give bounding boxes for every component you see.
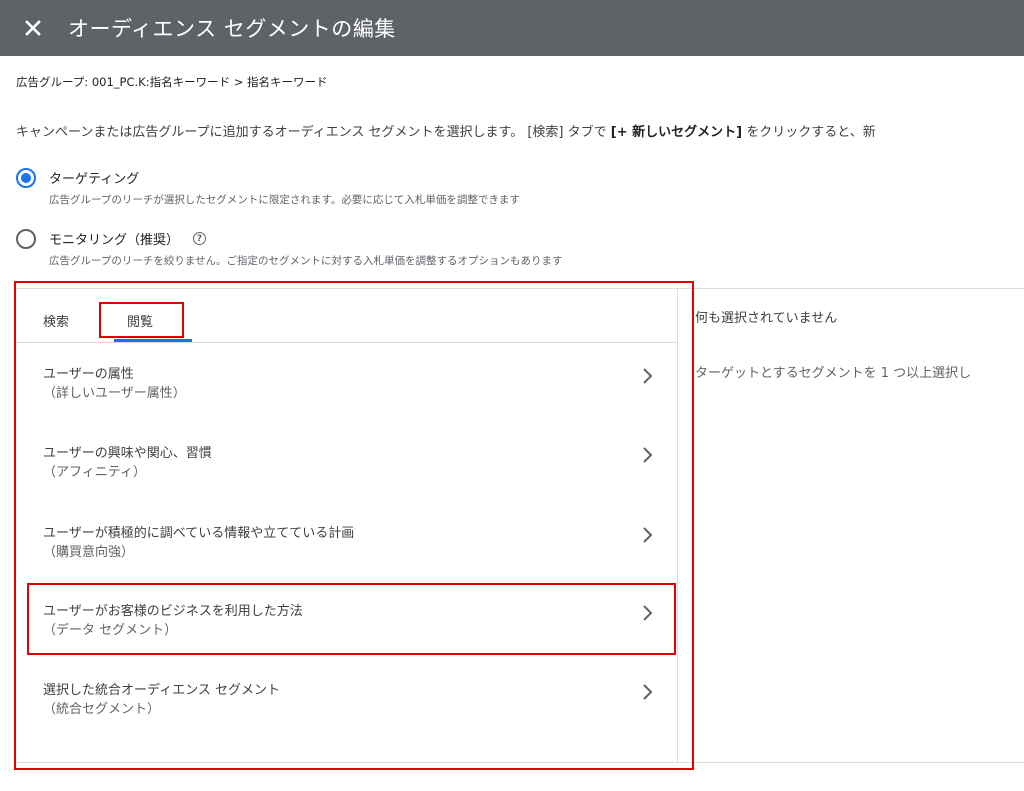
category-title: ユーザーがお客様のビジネスを利用した方法 (43, 604, 303, 619)
chevron-right-icon (643, 684, 653, 700)
category-title: 選択した統合オーディエンス セグメント (43, 683, 280, 698)
targeting-radio[interactable] (16, 168, 36, 188)
targeting-description: 広告グループのリーチが選択したセグメントに限定されます。必要に応じて入札単価を調… (49, 194, 520, 206)
category-subtitle: （詳しいユーザー属性） (43, 386, 186, 401)
category-subtitle: （データ セグメント） (43, 623, 178, 638)
tab-bar: 検索 閲覧 (16, 289, 677, 343)
category-in-market[interactable]: ユーザーが積極的に調べている情報や立てている計画 （購買意向強） (16, 522, 677, 600)
option-monitoring[interactable]: モニタリング（推奨） ? 広告グループのリーチを絞りません。ご指定のセグメントに… (16, 229, 563, 268)
description-part2: をクリックすると、新 (742, 125, 876, 140)
chevron-right-icon (643, 605, 653, 621)
targeting-label: ターゲティング (49, 172, 140, 187)
option-targeting[interactable]: ターゲティング 広告グループのリーチが選択したセグメントに限定されます。必要に応… (16, 168, 520, 207)
category-subtitle: （統合セグメント） (43, 702, 161, 717)
monitoring-label: モニタリング（推奨） (49, 233, 180, 248)
category-demographics[interactable]: ユーザーの属性 （詳しいユーザー属性） (16, 363, 677, 441)
chevron-right-icon (643, 527, 653, 543)
browse-panel: 検索 閲覧 ユーザーの属性 （詳しいユーザー属性） ユーザーの興味や関心、習慣 … (15, 288, 678, 763)
tab-search[interactable]: 検索 (43, 311, 69, 330)
chevron-right-icon (643, 368, 653, 384)
monitoring-label-row: モニタリング（推奨） ? (49, 229, 563, 248)
selection-status: 何も選択されていません (695, 311, 838, 326)
close-icon (25, 20, 41, 36)
description-part1: キャンペーンまたは広告グループに追加するオーディエンス セグメントを選択します。… (16, 125, 611, 140)
tab-browse[interactable]: 閲覧 (127, 311, 153, 330)
dialog-title: オーディエンス セグメントの編集 (68, 17, 396, 41)
selection-hint: ターゲットとするセグメントを 1 つ以上選択し (695, 366, 972, 381)
category-title: ユーザーの属性 (43, 367, 134, 382)
active-tab-indicator (114, 339, 192, 342)
category-combined-segments[interactable]: 選択した統合オーディエンス セグメント （統合セグメント） (16, 679, 677, 757)
selection-panel: 何も選択されていません ターゲットとするセグメントを 1 つ以上選択し (678, 288, 1024, 763)
category-subtitle: （購買意向強） (43, 545, 135, 560)
description-text: キャンペーンまたは広告グループに追加するオーディエンス セグメントを選択します。… (16, 121, 1024, 140)
close-button[interactable] (20, 15, 46, 41)
help-icon[interactable]: ? (193, 232, 207, 245)
category-title: ユーザーの興味や関心、習慣 (43, 446, 212, 461)
monitoring-description: 広告グループのリーチを絞りません。ご指定のセグメントに対する入札単価を調整するオ… (49, 255, 563, 267)
category-title: ユーザーが積極的に調べている情報や立てている計画 (43, 526, 355, 541)
category-subtitle: （アフィニティ） (43, 465, 146, 480)
monitoring-radio[interactable] (16, 229, 36, 249)
category-data-segments[interactable]: ユーザーがお客様のビジネスを利用した方法 （データ セグメント） (16, 600, 677, 678)
category-affinity[interactable]: ユーザーの興味や関心、習慣 （アフィニティ） (16, 442, 677, 520)
dialog-header: オーディエンス セグメントの編集 (0, 0, 1024, 56)
chevron-right-icon (643, 447, 653, 463)
breadcrumb: 広告グループ: 001_PC.K:指名キーワード > 指名キーワード (16, 75, 328, 89)
new-segment-emphasis: [+ 新しいセグメント] (610, 125, 743, 140)
